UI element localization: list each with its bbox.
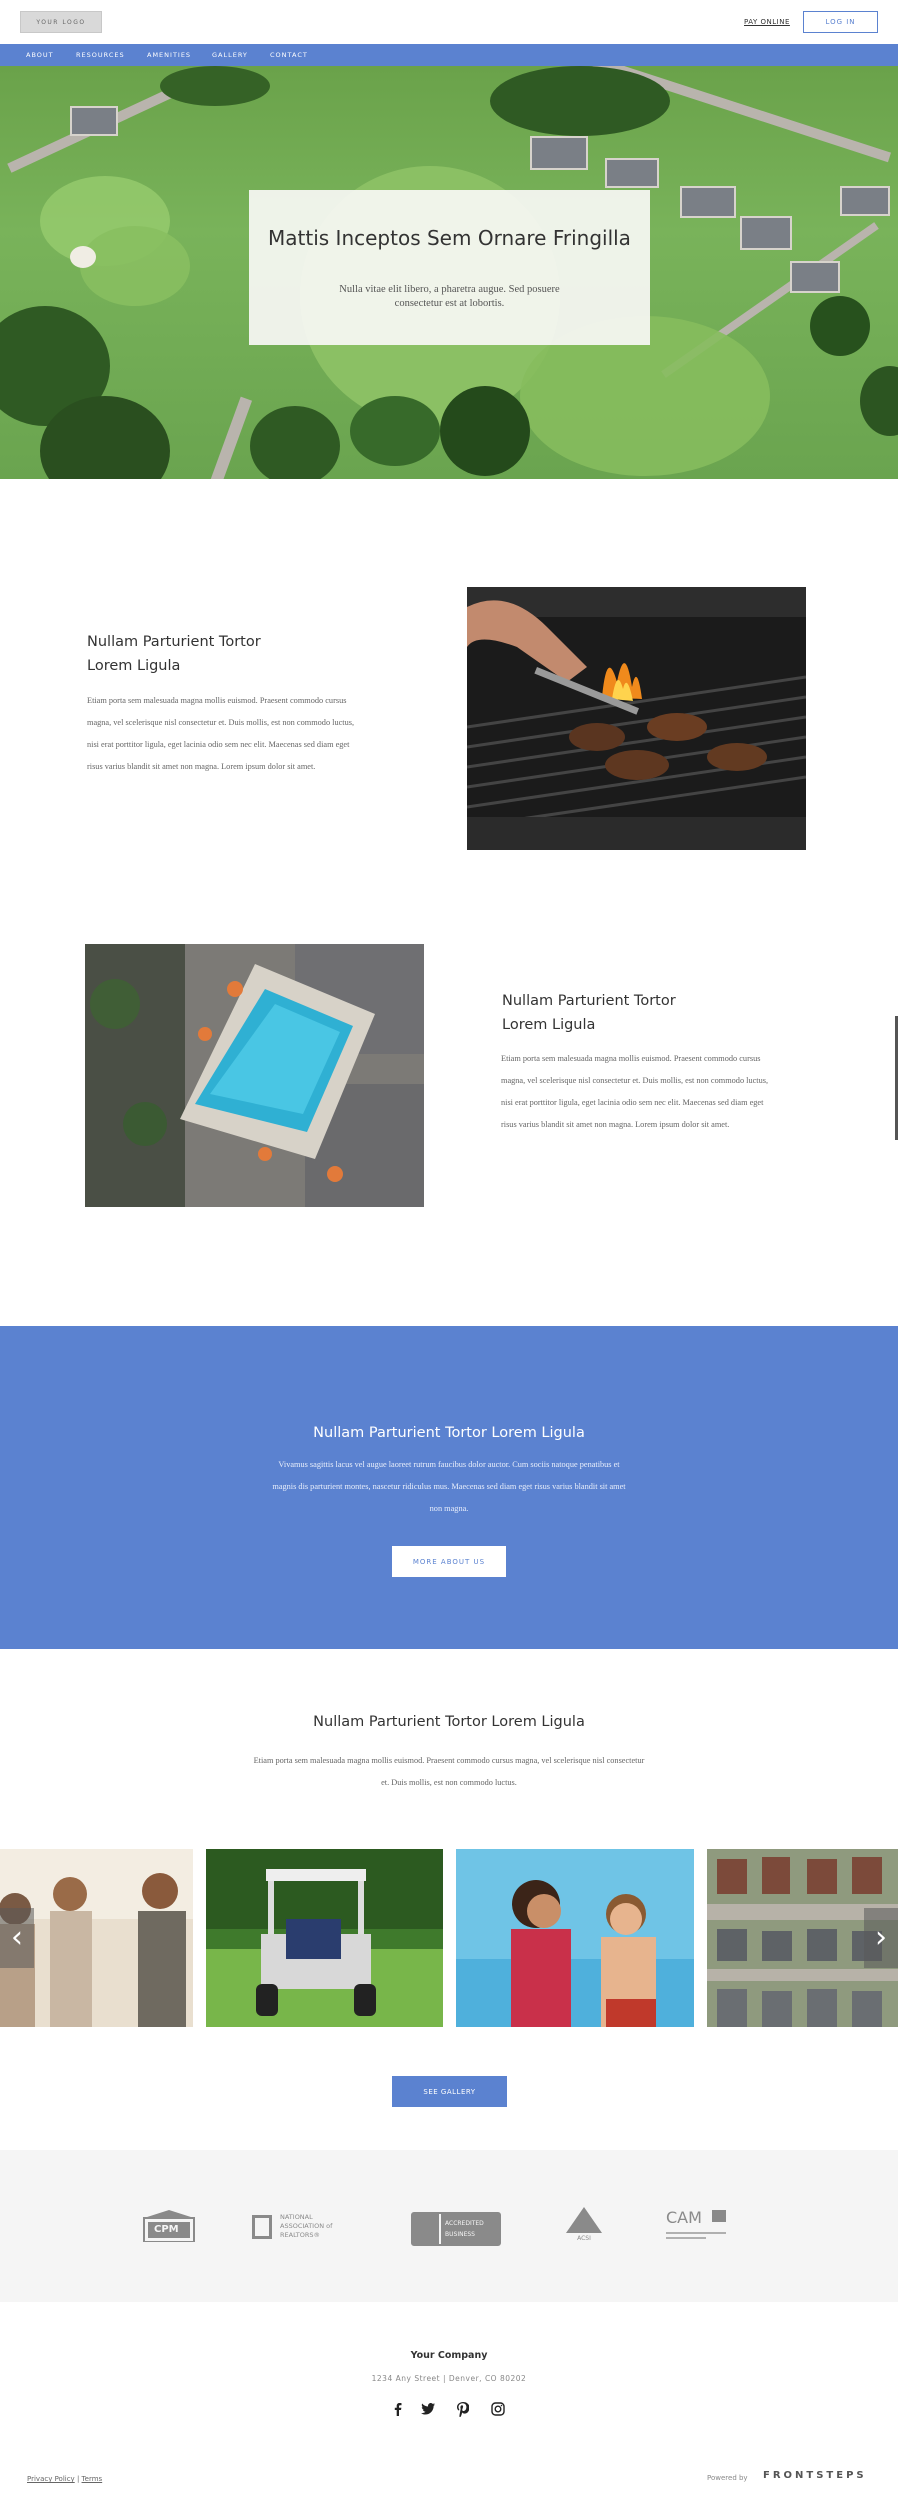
band-body: Vivamus sagittis lacus vel augue laoreet… [272, 1460, 626, 1513]
bbb-torch-icon [413, 2214, 439, 2244]
gallery-title: Nullam Parturient Tortor Lorem Ligula [313, 1714, 585, 1730]
feature-title-1: Nullam Parturient Tortor Lorem Ligula [87, 634, 261, 674]
pinterest-icon[interactable] [453, 2399, 473, 2419]
pool-photo [85, 944, 424, 1207]
login-button[interactable]: LOG IN [803, 11, 878, 33]
realtor-logo-line1: NATIONAL [280, 2213, 313, 2221]
more-about-us-button[interactable]: MORE ABOUT US [392, 1546, 506, 1577]
partner-logos: CPM NATIONAL ASSOCIATION of REALTORS® AC… [0, 2150, 898, 2302]
feature-body-1: Etiam porta sem malesuada magna mollis e… [87, 696, 355, 771]
bbb-logo-line1: ACCREDITED [445, 2220, 484, 2227]
footer-company-name: Your Company [410, 2350, 488, 2361]
footer-address: 1234 Any Street | Denver, CO 80202 [371, 2374, 527, 2383]
cam-logo-text: CAM [666, 2208, 702, 2227]
nav-item-resources[interactable]: RESOURCES [76, 51, 125, 59]
realtor-r-icon [252, 2215, 272, 2239]
kids-pool-illustration [456, 1849, 694, 2027]
gallery-image-golf-cart[interactable] [206, 1849, 443, 2027]
see-gallery-button[interactable]: SEE GALLERY [392, 2076, 507, 2107]
hero-subtitle: Nulla vitae elit libero, a pharetra augu… [339, 284, 560, 309]
realtor-logo: NATIONAL ASSOCIATION of REALTORS® [252, 2213, 362, 2241]
twitter-icon[interactable] [418, 2399, 438, 2419]
hero-title: Mattis Inceptos Sem Ornare Fringilla [268, 226, 631, 250]
gallery-image-kids-pool[interactable] [456, 1849, 694, 2027]
irem-logo-text: CPM [154, 2224, 179, 2235]
site-logo[interactable]: YOUR LOGO [20, 11, 102, 33]
hero-banner: Mattis Inceptos Sem Ornare Fringilla Nul… [0, 66, 898, 479]
band-title: Nullam Parturient Tortor Lorem Ligula [313, 1425, 585, 1441]
golf-cart-illustration [206, 1849, 443, 2027]
realtor-logo-line3: REALTORS® [280, 2231, 321, 2239]
facebook-icon[interactable] [388, 2399, 408, 2419]
acsi-triangle-icon [566, 2207, 602, 2233]
hero-card: Mattis Inceptos Sem Ornare Fringilla Nul… [249, 190, 650, 345]
footer-legal: Privacy Policy | Terms [27, 2475, 102, 2483]
powered-by-label: Powered by [707, 2474, 748, 2482]
nav-item-contact[interactable]: CONTACT [270, 51, 308, 59]
nav-item-amenities[interactable]: AMENITIES [147, 51, 191, 59]
pool-illustration [85, 944, 424, 1207]
nav-item-about[interactable]: ABOUT [26, 51, 54, 59]
irem-logo: CPM [140, 2210, 198, 2243]
instagram-icon[interactable] [488, 2399, 508, 2419]
grill-illustration [467, 587, 806, 850]
realtor-logo-line2: ASSOCIATION of [280, 2222, 333, 2230]
pay-online-link[interactable]: PAY ONLINE [744, 18, 790, 26]
feature-title-2: Nullam Parturient Tortor Lorem Ligula [502, 993, 676, 1033]
feature-body-2: Etiam porta sem malesuada magna mollis e… [501, 1054, 769, 1129]
privacy-policy-link[interactable]: Privacy Policy [27, 2475, 75, 2483]
nav-item-gallery[interactable]: GALLERY [212, 51, 248, 59]
bbb-logo-line2: BUSINESS [445, 2231, 475, 2238]
cam-logo: CAM [666, 2208, 730, 2244]
top-header: YOUR LOGO PAY ONLINE LOG IN [0, 0, 898, 44]
legal-separator: | [76, 2475, 80, 2483]
grill-photo [467, 587, 806, 850]
about-band: Nullam Parturient Tortor Lorem Ligula Vi… [0, 1326, 898, 1649]
acsi-logo: ACSI [564, 2205, 604, 2247]
terms-link[interactable]: Terms [82, 2475, 103, 2483]
gallery-next-arrow[interactable]: › [864, 1908, 898, 1968]
acsi-logo-text: ACSI [577, 2235, 591, 2242]
frontsteps-logo[interactable]: FRONTSTEPS [763, 2470, 867, 2481]
bbb-logo: ACCREDITED BUSINESS [411, 2212, 501, 2246]
cam-badge-icon [712, 2210, 726, 2222]
gallery-body: Etiam porta sem malesuada magna mollis e… [253, 1756, 645, 1787]
gallery-prev-arrow[interactable]: ‹ [0, 1908, 34, 1968]
main-nav: ABOUT RESOURCES AMENITIES GALLERY CONTAC… [0, 44, 898, 66]
